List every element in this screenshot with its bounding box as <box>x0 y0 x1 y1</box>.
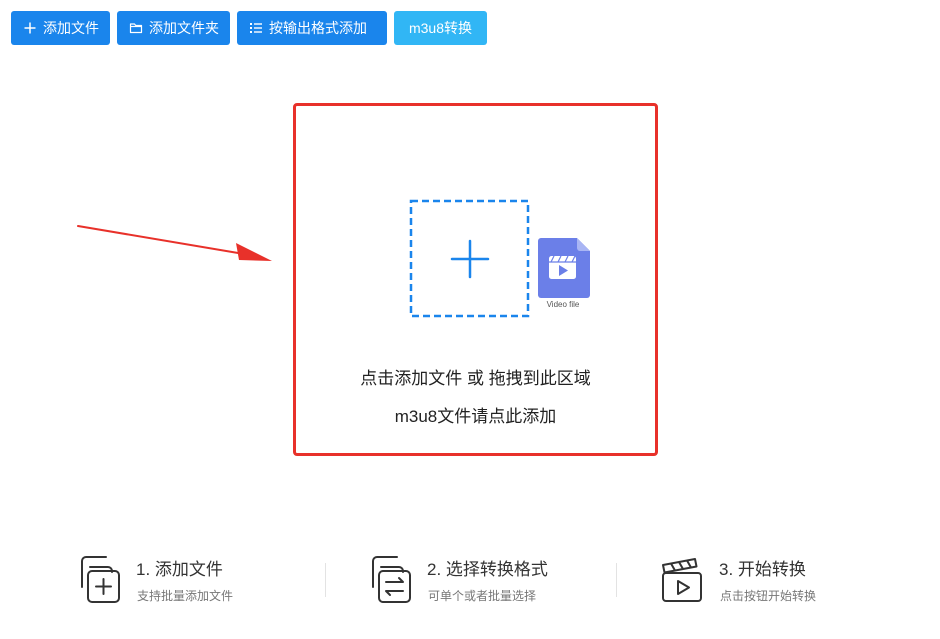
m3u8-convert-button[interactable]: m3u8转换 <box>394 11 487 45</box>
clapperboard-play-icon <box>662 558 702 602</box>
drop-zone-hint: 点击添加文件 或 拖拽到此区域 <box>360 369 591 388</box>
step-3-title: 3. 开始转换 <box>719 560 806 579</box>
add-by-format-label: 按输出格式添加 <box>269 20 367 36</box>
plus-icon <box>450 239 490 279</box>
add-file-label: 添加文件 <box>43 20 99 36</box>
step-1-title: 1. 添加文件 <box>136 560 223 579</box>
list-icon <box>249 21 263 35</box>
convert-format-icon <box>372 556 411 603</box>
folder-icon <box>129 21 143 35</box>
add-files-icon <box>81 556 120 603</box>
add-folder-label: 添加文件夹 <box>149 20 219 36</box>
add-file-button[interactable]: 添加文件 <box>11 11 110 45</box>
step-2-title: 2. 选择转换格式 <box>427 560 548 579</box>
step-1-desc: 支持批量添加文件 <box>137 589 234 603</box>
add-file-dashed-box[interactable] <box>409 199 531 319</box>
step-3-desc: 点击按钮开始转换 <box>720 589 817 603</box>
step-divider <box>616 563 617 597</box>
add-by-format-button[interactable]: 按输出格式添加 <box>237 11 387 45</box>
plus-icon <box>23 21 37 35</box>
red-arrow-annotation <box>77 225 272 261</box>
step-divider <box>325 563 326 597</box>
step-2-desc: 可单个或者批量选择 <box>428 589 537 603</box>
m3u8-convert-label: m3u8转换 <box>408 20 473 36</box>
video-file-label: Video file <box>546 300 580 309</box>
add-folder-button[interactable]: 添加文件夹 <box>117 11 230 45</box>
toolbar: 添加文件 添加文件夹 按输出格式添加 m3u8转换 <box>11 11 487 45</box>
m3u8-add-hint[interactable]: m3u8文件请点此添加 <box>293 402 658 427</box>
